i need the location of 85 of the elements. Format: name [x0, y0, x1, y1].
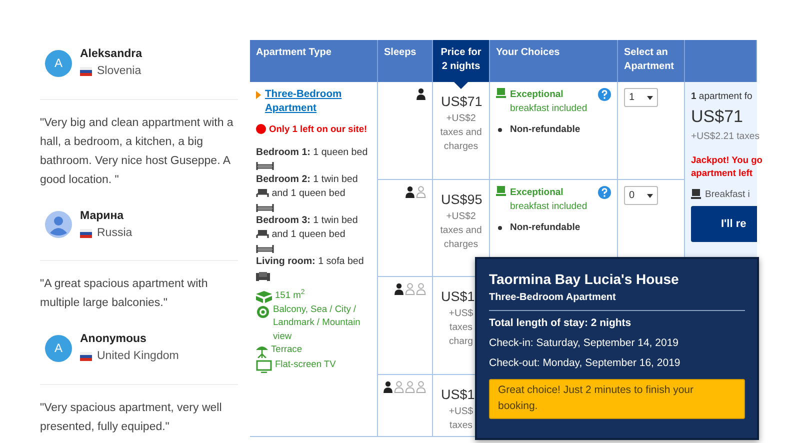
- price: US$71: [440, 93, 483, 111]
- bullet-icon: [498, 226, 502, 230]
- bed-icon: [256, 188, 269, 198]
- bullet-icon: [498, 128, 502, 132]
- reserve-button[interactable]: I'll re: [691, 206, 757, 242]
- availability-text: Only 1 left on our site!: [269, 122, 368, 136]
- column-header: Your Choices: [490, 40, 618, 82]
- tooltip-title: Taormina Bay Lucia's House: [489, 270, 680, 289]
- room-beds: Bedroom 2: 1 twin bed: [256, 174, 358, 186]
- review-text: "Very big and clean appartment with a hall, a bedroom, a kitchen, a big bathroom. Very nice host Guseppe. A good location. ": [40, 116, 234, 188]
- flag-icon: [80, 352, 92, 362]
- pointer-caret-icon: [454, 82, 468, 89]
- flag-icon: [80, 228, 92, 238]
- total-price: US$71: [691, 106, 744, 128]
- review-text: "A great spacious apartment with multiple large balconies.": [40, 277, 209, 311]
- column-header: Sleeps: [378, 40, 433, 82]
- tax-note: charges: [442, 140, 480, 154]
- breakfast-text: Breakfast i: [705, 188, 750, 202]
- reviewer-name: Aleksandra: [80, 47, 142, 62]
- column-header: Select an Apartment: [618, 40, 685, 82]
- caret-icon: [256, 91, 261, 99]
- tax-note: charg: [448, 335, 474, 349]
- quantity-select[interactable]: 1: [624, 88, 658, 107]
- reviewer-country: Russia: [97, 226, 132, 241]
- breakfast-text: Exceptional breakfast included: [510, 88, 588, 116]
- room-beds: Bedroom 1: 1 queen bed: [256, 146, 368, 158]
- tax-note: taxes: [448, 321, 474, 336]
- tax-note: +US$2: [445, 210, 477, 224]
- avatar: [45, 211, 72, 238]
- bed-description: and 1 queen bed: [270, 188, 346, 199]
- facility-text: Terrace: [271, 343, 302, 356]
- avatar: A: [45, 334, 72, 362]
- quantity-select[interactable]: 0: [624, 186, 658, 205]
- help-icon: [598, 186, 611, 199]
- apartment-link[interactable]: Three-Bedroom Apartment: [265, 88, 371, 117]
- help-icon: [598, 88, 611, 101]
- tax-note: +US$: [448, 307, 474, 322]
- check-in-date: Check-in: Saturday, September 14, 2019: [489, 336, 680, 351]
- price: US$95: [440, 191, 483, 209]
- dropdown-caret-icon: [646, 194, 653, 198]
- room-beds: Bedroom 3: 1 twin bed: [256, 215, 358, 226]
- bed-icon: [256, 202, 274, 212]
- area-icon: [256, 290, 272, 303]
- bed-icon: [256, 229, 269, 240]
- facility-text: Flat-screen TV: [275, 358, 336, 372]
- bed-description: and 1 queen bed: [270, 229, 346, 240]
- tax-note: +US$: [448, 405, 474, 420]
- tax-note: taxes: [448, 419, 474, 434]
- column-header: Apartment Type: [250, 40, 378, 82]
- policy-text: Non-refundable: [510, 122, 580, 136]
- bed-icon: [256, 161, 274, 170]
- tax-note: charges: [442, 238, 480, 252]
- breakfast-text: Exceptional breakfast included: [510, 186, 588, 214]
- tax-note: taxes and: [439, 126, 483, 140]
- price: US$1: [440, 288, 476, 306]
- reviewer-name: Марина: [80, 208, 125, 224]
- reviewer-name: Anonymous: [80, 332, 148, 347]
- header-cell: [685, 40, 757, 82]
- tooltip-subtitle: Three-Bedroom Apartment: [489, 290, 745, 311]
- reviewer-country: United Kingdom: [97, 349, 179, 364]
- apartment-count: 1 apartment fo: [691, 90, 754, 104]
- jackpot-text: Jackpot! You go: [691, 154, 762, 167]
- notice-banner: Great choice! Just 2 minutes to finish your booking.: [489, 379, 745, 419]
- tax-note: +US$2: [445, 112, 477, 126]
- jackpot-text: apartment left: [691, 166, 752, 180]
- alert-dot-icon: [256, 124, 266, 134]
- tax-note: taxes and: [439, 224, 483, 238]
- flag-icon: [80, 67, 92, 76]
- location-icon: [256, 304, 270, 319]
- stay-length: Total length of stay: 2 nights: [489, 316, 632, 331]
- check-out-date: Check-out: Monday, September 16, 2019: [489, 356, 682, 370]
- room-beds: Living room: 1 sofa bed: [256, 256, 364, 268]
- facility-text: 151 m$^{2}$: [275, 288, 305, 302]
- bed-icon: [256, 244, 274, 253]
- umbrella-icon: [256, 345, 268, 358]
- review-text: "Very spacious apartment, very well presented, fully equiped.": [40, 400, 223, 434]
- dropdown-caret-icon: [646, 96, 653, 100]
- avatar: A: [45, 50, 72, 77]
- price: US$1: [440, 386, 476, 404]
- tax-note: +US$2.21 taxes: [691, 130, 757, 144]
- policy-text: Non-refundable: [510, 220, 580, 234]
- sofa-icon: [256, 270, 270, 281]
- facility-text: Balcony, Sea / City / Landmark / Mountain view: [273, 302, 362, 343]
- reviewer-country: Slovenia: [97, 64, 142, 80]
- tv-icon: [256, 360, 272, 374]
